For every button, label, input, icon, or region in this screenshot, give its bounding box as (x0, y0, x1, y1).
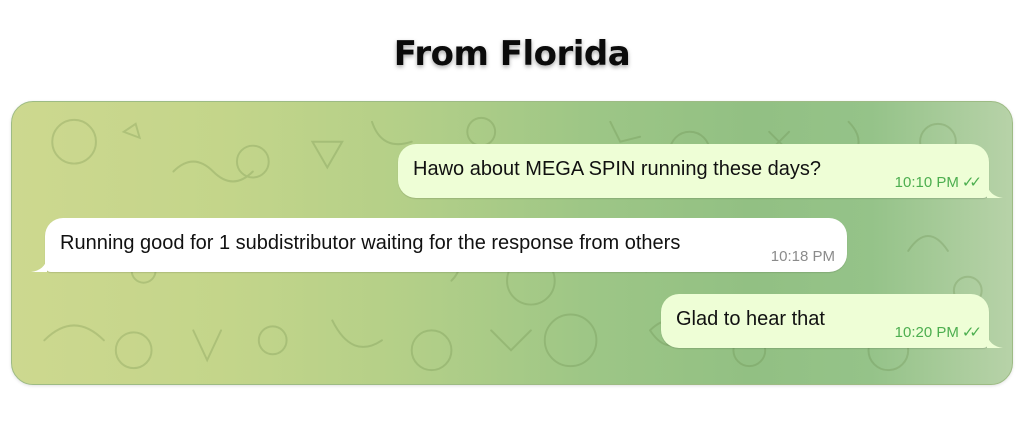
message-timestamp: 10:18 PM (770, 248, 835, 265)
double-check-icon: ✓✓ (961, 174, 982, 191)
message-text: Running good for 1 subdistributor waitin… (60, 232, 681, 254)
message-bubble-outgoing[interactable]: Hawo about MEGA SPIN running these days?… (398, 144, 1003, 198)
message-text: Glad to hear that (676, 308, 825, 330)
message-timestamp: 10:10 PM (894, 174, 959, 191)
bubble-tail (987, 184, 1003, 198)
bubble-tail (31, 258, 47, 272)
bubble-tail (987, 334, 1003, 348)
message-text: Hawo about MEGA SPIN running these days? (413, 158, 822, 180)
message-meta: 10:10 PM ✓✓ (894, 173, 982, 191)
double-check-icon: ✓✓ (961, 324, 982, 341)
page-title: From Florida (393, 34, 631, 74)
message-bubble-outgoing[interactable]: Glad to hear that 10:20 PM ✓✓ (661, 294, 1003, 348)
message-meta: 10:20 PM ✓✓ (894, 323, 982, 341)
message-timestamp: 10:20 PM (894, 324, 959, 341)
message-bubble-incoming[interactable]: Running good for 1 subdistributor waitin… (31, 218, 847, 272)
chat-panel: Hawo about MEGA SPIN running these days?… (11, 101, 1013, 385)
